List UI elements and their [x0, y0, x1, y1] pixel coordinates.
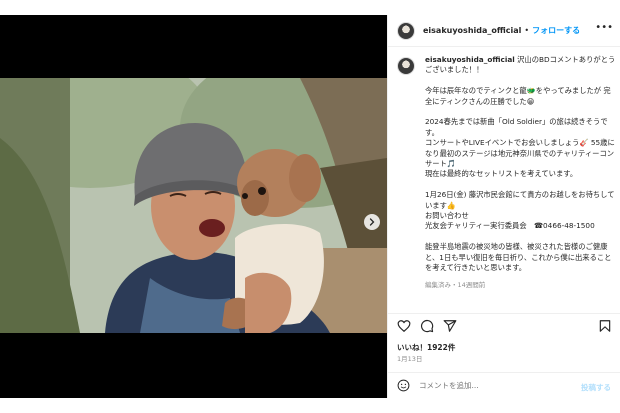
instagram-post-dialog: eisakuyoshida_official • フォローする ••• eisa…	[0, 0, 620, 413]
caption-text-4: 能登半島地震の被災地の皆様、被災された皆様のご健康と、1日も早い復旧を毎日祈り、…	[425, 242, 612, 273]
post-date: 1月13日	[397, 355, 423, 363]
emoji-icon[interactable]	[397, 379, 410, 392]
post-photo	[0, 78, 387, 333]
next-image-button[interactable]	[364, 214, 380, 230]
caption-username[interactable]: eisakuyoshida_official	[425, 55, 515, 64]
photo-illustration	[0, 78, 387, 333]
comment-icon[interactable]	[420, 319, 434, 333]
post-media	[0, 15, 387, 398]
chevron-right-icon	[369, 218, 375, 226]
caption-first-paragraph: eisakuyoshida_official 沢山のBDコメントありがとうござい…	[425, 55, 617, 76]
caption-section: eisakuyoshida_official 沢山のBDコメントありがとうござい…	[397, 55, 617, 305]
comment-input[interactable]	[419, 381, 569, 390]
action-bar	[388, 313, 620, 335]
post-header: eisakuyoshida_official • フォローする •••	[388, 15, 620, 47]
like-count[interactable]: いいね！1922件	[397, 342, 455, 353]
caption-text-2: 2024春先までは新曲「Old Soldier」の旅は続きそうです。 コンサート…	[425, 117, 615, 179]
caption-meta: 編集済み・14週間前	[425, 280, 486, 289]
post-comment-button[interactable]: 投稿する	[581, 382, 611, 393]
heart-icon[interactable]	[397, 319, 411, 333]
avatar[interactable]	[397, 21, 415, 40]
follow-button[interactable]: フォローする	[532, 25, 580, 36]
header-username[interactable]: eisakuyoshida_official	[423, 26, 521, 35]
separator-dot: •	[524, 26, 530, 35]
caption-text-1: 今年は辰年なのでティンクと龍🐲をやってみましたが 完全にティンクさんの圧勝でした…	[425, 86, 611, 106]
post-side-panel: eisakuyoshida_official • フォローする ••• eisa…	[387, 15, 620, 398]
more-options-icon[interactable]: •••	[595, 23, 613, 33]
share-icon[interactable]	[443, 319, 457, 333]
comment-bar: 投稿する	[388, 372, 620, 398]
caption-body: eisakuyoshida_official 沢山のBDコメントありがとうござい…	[425, 55, 617, 305]
caption-text-3: 1月26日(金) 藤沢市民会館にて貴方のお越しをお待ちしています👍 お問い合わせ…	[425, 190, 615, 231]
caption-avatar[interactable]	[397, 57, 415, 75]
bookmark-icon[interactable]	[598, 319, 612, 333]
